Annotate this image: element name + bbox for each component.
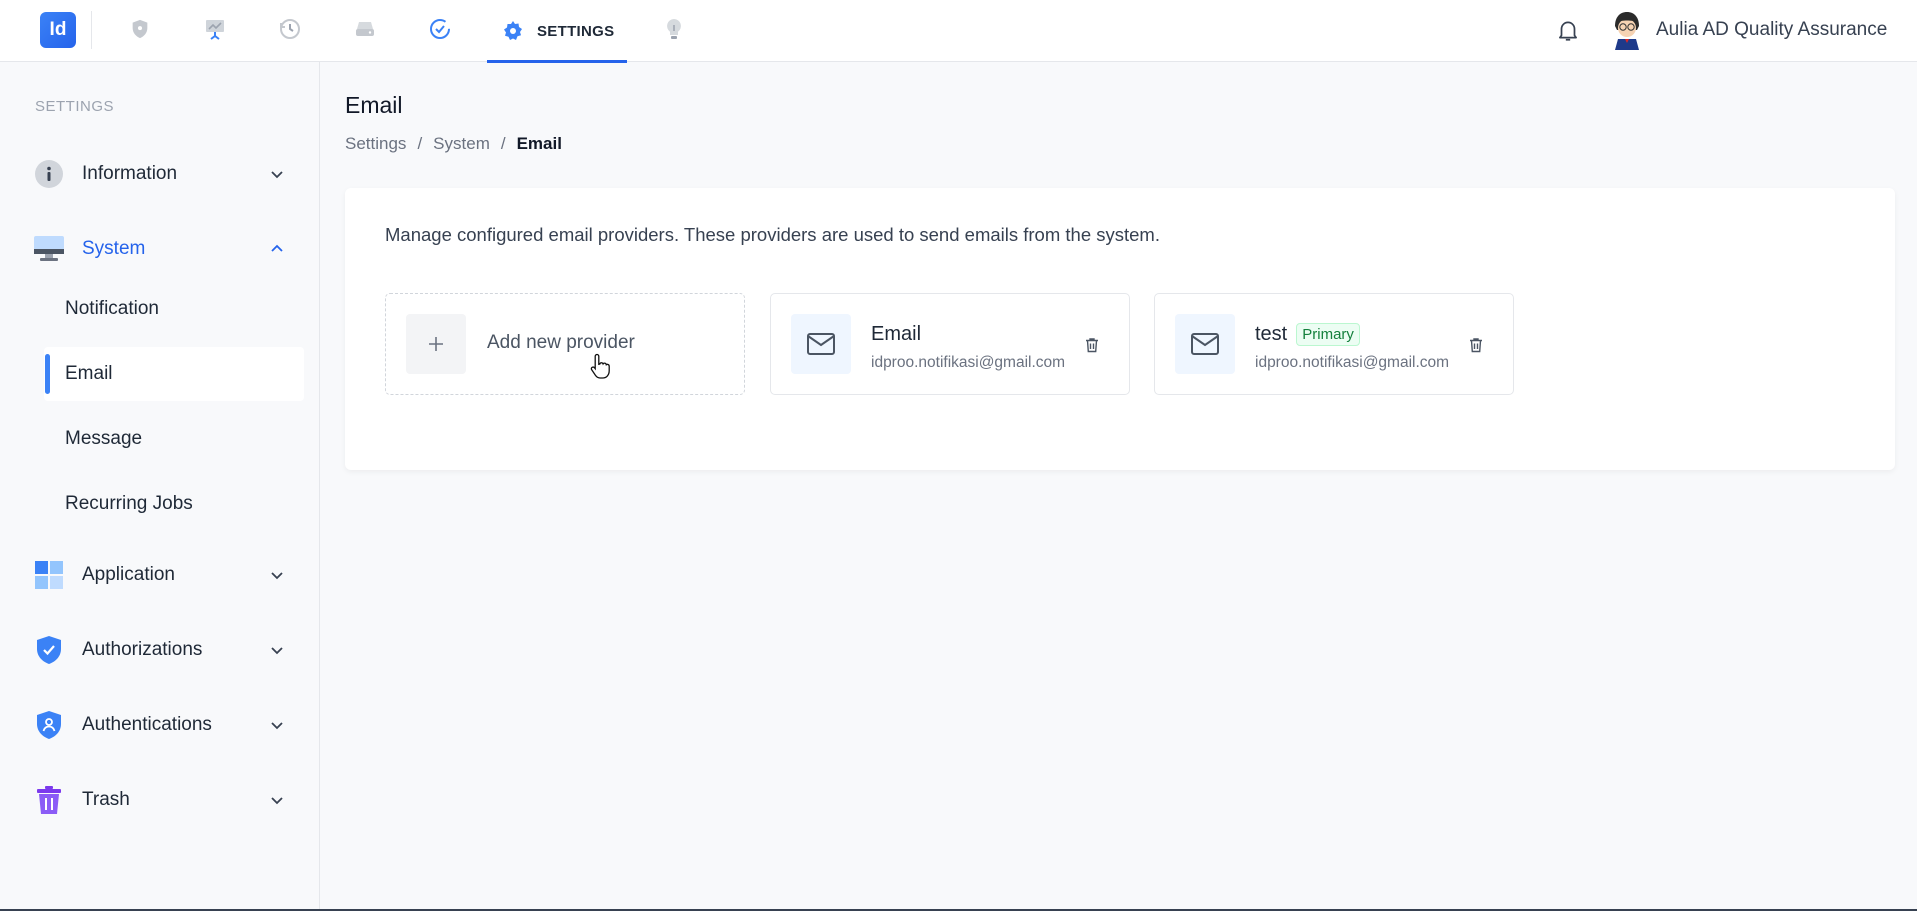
top-navbar: Id SETTINGS Aulia AD Quality Assurance xyxy=(0,0,1917,63)
avatar[interactable] xyxy=(1608,10,1646,50)
sidebar-item-authorizations[interactable]: Authorizations xyxy=(33,630,303,670)
chevron-down-icon xyxy=(271,722,283,730)
add-provider-label: Add new provider xyxy=(487,332,635,353)
provider-card-email[interactable]: Email idproo.notifikasi@gmail.com xyxy=(770,293,1130,395)
shield-user-icon xyxy=(33,709,65,741)
settings-gear-icon xyxy=(504,21,522,40)
sidebar-subitem-recurring-jobs[interactable]: Recurring Jobs xyxy=(44,477,304,531)
check-circle-icon[interactable] xyxy=(427,16,453,42)
trash-icon xyxy=(33,784,65,816)
add-provider-button[interactable]: Add new provider xyxy=(385,293,745,395)
breadcrumb-separator: / xyxy=(417,134,423,153)
mail-icon xyxy=(791,314,851,374)
chevron-down-icon xyxy=(271,572,283,580)
provider-card-test[interactable]: test Primary idproo.notifikasi@gmail.com xyxy=(1154,293,1514,395)
sidebar-subitem-message[interactable]: Message xyxy=(44,412,304,466)
tab-settings[interactable]: SETTINGS xyxy=(487,0,627,63)
sidebar-subitem-email[interactable]: Email xyxy=(44,347,304,401)
drive-icon[interactable] xyxy=(352,16,378,42)
user-name[interactable]: Aulia AD Quality Assurance xyxy=(1656,19,1887,41)
delete-provider-icon[interactable] xyxy=(1083,336,1101,354)
lightbulb-icon[interactable] xyxy=(661,16,687,42)
sidebar-item-information[interactable]: Information xyxy=(33,154,303,194)
sidebar-heading: SETTINGS xyxy=(35,98,115,115)
breadcrumb-separator: / xyxy=(500,134,506,153)
breadcrumb: Settings / System / Email xyxy=(345,134,562,154)
breadcrumb-settings[interactable]: Settings xyxy=(345,134,406,154)
hand-cursor-icon xyxy=(590,352,612,380)
sidebar-subitem-notification[interactable]: Notification xyxy=(44,282,304,336)
sidebar-item-trash[interactable]: Trash xyxy=(33,780,303,820)
breadcrumb-system[interactable]: System xyxy=(433,134,490,154)
chevron-down-icon xyxy=(271,797,283,805)
grid-icon xyxy=(33,559,65,591)
provider-name: Email xyxy=(871,323,922,345)
sidebar-item-application[interactable]: Application xyxy=(33,555,303,595)
page-title: Email xyxy=(345,92,403,118)
primary-badge: Primary xyxy=(1296,323,1360,346)
card-description: Manage configured email providers. These… xyxy=(385,224,1160,245)
provider-email: idproo.notifikasi@gmail.com xyxy=(1255,354,1450,371)
presentation-icon[interactable] xyxy=(202,16,228,42)
chevron-down-icon xyxy=(271,171,283,179)
info-icon xyxy=(33,158,65,190)
provider-email: idproo.notifikasi@gmail.com xyxy=(871,354,1066,371)
app-logo[interactable]: Id xyxy=(40,12,76,48)
bell-icon[interactable] xyxy=(1555,17,1581,43)
chevron-down-icon xyxy=(271,647,283,655)
monitor-icon xyxy=(33,233,65,265)
delete-provider-icon[interactable] xyxy=(1467,336,1485,354)
history-icon[interactable] xyxy=(277,16,303,42)
sidebar: SETTINGS Information System Notification… xyxy=(0,62,320,911)
shield-icon[interactable] xyxy=(127,16,153,42)
logo-divider xyxy=(91,11,92,49)
shield-check-icon xyxy=(33,634,65,666)
mail-icon xyxy=(1175,314,1235,374)
sidebar-item-authentications[interactable]: Authentications xyxy=(33,705,303,745)
email-providers-card: Manage configured email providers. These… xyxy=(345,188,1895,470)
tab-settings-label: SETTINGS xyxy=(537,22,615,40)
sidebar-item-system[interactable]: System xyxy=(33,229,303,269)
chevron-up-icon xyxy=(271,244,283,252)
breadcrumb-email: Email xyxy=(516,134,562,153)
plus-icon xyxy=(406,314,466,374)
provider-name: test Primary xyxy=(1255,323,1360,346)
